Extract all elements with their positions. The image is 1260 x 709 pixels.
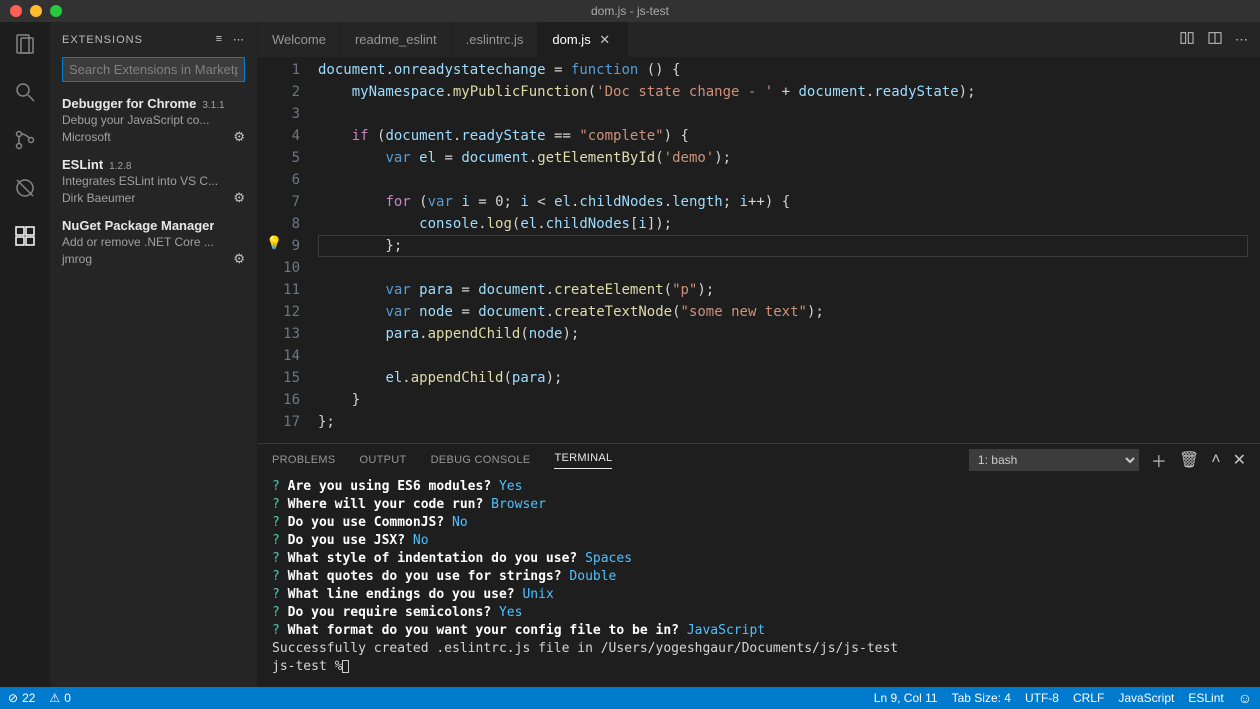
editor-tab[interactable]: dom.js ✕ — [538, 22, 627, 57]
extensions-icon[interactable] — [11, 222, 39, 250]
extensions-search-input[interactable] — [62, 57, 245, 82]
extension-desc: Integrates ESLint into VS C... — [62, 174, 245, 188]
source-control-icon[interactable] — [11, 126, 39, 154]
panel-tab[interactable]: PROBLEMS — [272, 454, 336, 466]
extension-publisher: Dirk Baeumer — [62, 191, 135, 205]
extensions-sidebar: EXTENSIONS ≡ ⋯ Debugger for Chrome3.1.1D… — [50, 22, 258, 687]
panel-tab[interactable]: OUTPUT — [360, 454, 407, 466]
gear-icon[interactable]: ⚙ — [233, 129, 245, 145]
activity-bar — [0, 22, 50, 687]
new-terminal-icon[interactable]: ＋ — [1151, 448, 1167, 472]
extension-item[interactable]: ESLint 1.2.8 Integrates ESLint into VS C..… — [50, 151, 257, 212]
extension-desc: Add or remove .NET Core ... — [62, 235, 245, 249]
panel-tab[interactable]: DEBUG CONSOLE — [431, 454, 531, 466]
explorer-icon[interactable] — [11, 30, 39, 58]
debug-icon[interactable] — [11, 174, 39, 202]
status-language[interactable]: JavaScript — [1118, 691, 1174, 705]
tab-label: readme_eslint — [355, 32, 437, 47]
status-ln-col[interactable]: Ln 9, Col 11 — [874, 691, 938, 705]
tab-label: .eslintrc.js — [466, 32, 524, 47]
extension-publisher: jmrog — [62, 252, 92, 266]
search-icon[interactable] — [11, 78, 39, 106]
terminal-selector[interactable]: 1: bash — [969, 449, 1139, 471]
traffic-minimize[interactable] — [30, 5, 42, 17]
panel-tabs: PROBLEMS OUTPUT DEBUG CONSOLE TERMINAL 1: b… — [258, 444, 1260, 476]
status-warnings[interactable]: ⚠ 0 — [49, 691, 70, 705]
more-icon[interactable]: ⋯ — [233, 33, 245, 46]
extension-version: 1.2.8 — [109, 161, 131, 172]
extension-name: ESLint — [62, 157, 103, 172]
gear-icon[interactable]: ⚙ — [233, 190, 245, 206]
extension-name: Debugger for Chrome — [62, 96, 196, 111]
tab-label: dom.js — [552, 32, 590, 47]
status-eol[interactable]: CRLF — [1073, 691, 1104, 705]
split-editor-icon[interactable] — [1207, 30, 1223, 49]
traffic-close[interactable] — [10, 5, 22, 17]
code-editor[interactable]: 1234567891011121314151617 document.onrea… — [258, 57, 1260, 443]
compare-icon[interactable] — [1179, 30, 1195, 49]
extension-item[interactable]: Debugger for Chrome 3.1.1 Debug your JavaS… — [50, 90, 257, 151]
maximize-panel-icon[interactable]: ˄ — [1211, 451, 1220, 469]
status-errors[interactable]: ⊘ 22 — [8, 691, 35, 705]
editor-more-icon[interactable]: ⋯ — [1235, 32, 1248, 48]
extension-desc: Debug your JavaScript co... — [62, 113, 245, 127]
window-title: dom.js - js-test — [591, 4, 669, 18]
panel-tab[interactable]: TERMINAL — [554, 452, 612, 469]
kill-terminal-icon[interactable]: 🗑 — [1179, 450, 1199, 470]
sidebar-title: EXTENSIONS — [62, 34, 143, 46]
extension-publisher: Microsoft — [62, 130, 111, 144]
feedback-icon[interactable]: ☺ — [1238, 690, 1252, 706]
status-encoding[interactable]: UTF-8 — [1025, 691, 1059, 705]
traffic-maximize[interactable] — [50, 5, 62, 17]
close-panel-icon[interactable]: ✕ — [1233, 450, 1246, 470]
close-icon[interactable]: ✕ — [597, 32, 613, 48]
terminal-output[interactable]: ? Are you using ES6 modules? Yes? Where … — [258, 476, 1260, 687]
status-eslint[interactable]: ESLint — [1188, 691, 1223, 705]
titlebar: dom.js - js-test — [0, 0, 1260, 22]
editor-tab[interactable]: Welcome — [258, 22, 341, 57]
extension-version: 3.1.1 — [202, 100, 224, 111]
editor-tab[interactable]: .eslintrc.js — [452, 22, 539, 57]
editor-tab[interactable]: readme_eslint — [341, 22, 452, 57]
tab-label: Welcome — [272, 32, 326, 47]
extension-item[interactable]: NuGet Package Manager Add or remove .NET … — [50, 212, 257, 273]
status-bar: ⊘ 22 ⚠ 0 Ln 9, Col 11 Tab Size: 4 UTF-8 … — [0, 687, 1260, 709]
gear-icon[interactable]: ⚙ — [233, 251, 245, 267]
extension-name: NuGet Package Manager — [62, 218, 214, 233]
editor-tabs: Welcomereadme_eslint.eslintrc.jsdom.js✕ … — [258, 22, 1260, 57]
status-tab-size[interactable]: Tab Size: 4 — [952, 691, 1011, 705]
filter-icon[interactable]: ≡ — [216, 33, 223, 46]
lightbulb-icon[interactable]: 💡 — [266, 235, 282, 251]
